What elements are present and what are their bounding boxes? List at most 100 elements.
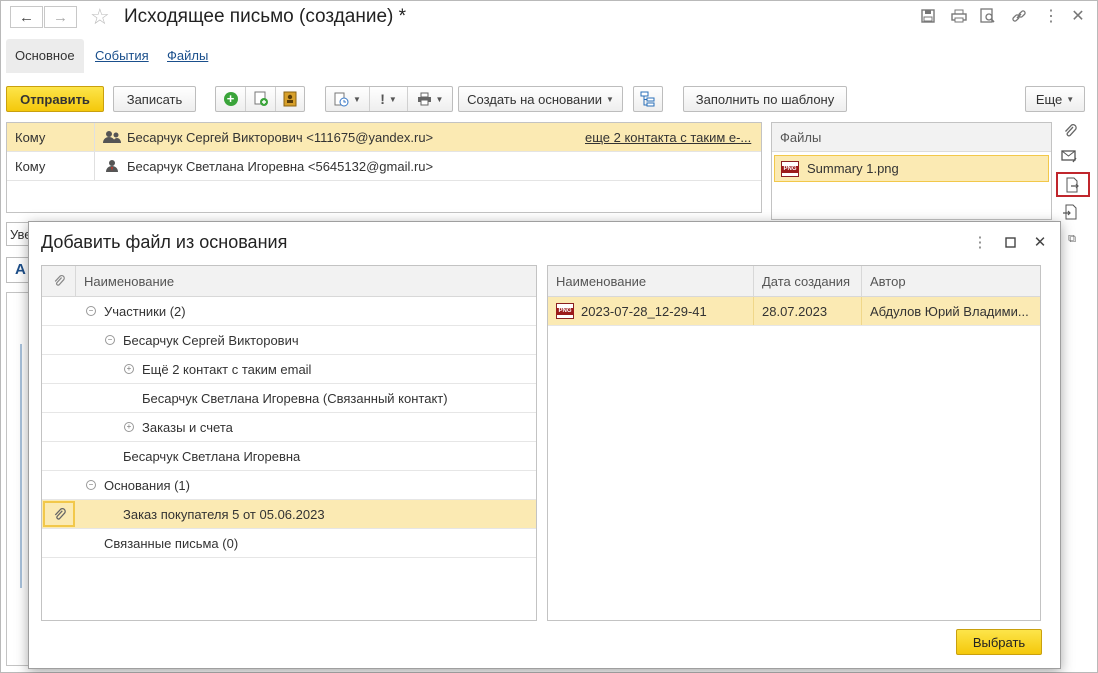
window-title: Исходящее письмо (создание) *: [124, 6, 407, 27]
attach-icon[interactable]: [1059, 120, 1081, 142]
exclamation-icon: !: [380, 91, 385, 107]
recipient-kind[interactable]: Кому: [7, 123, 95, 151]
file-item[interactable]: Summary 1.png: [774, 155, 1049, 182]
chevron-down-icon: ▼: [605, 94, 614, 104]
select-button[interactable]: Выбрать: [956, 629, 1042, 655]
file-author: Абдулов Юрий Владими...: [870, 303, 1029, 319]
tree-label: Основания (1): [104, 477, 190, 493]
more-button[interactable]: Еще ▼: [1025, 86, 1085, 112]
tree-row[interactable]: − Основания (1): [42, 471, 536, 500]
tree-label: Ещё 2 контакт с таким email: [142, 361, 312, 377]
add-from-basis-icon[interactable]: [1056, 172, 1090, 197]
tree-row[interactable]: + Заказы и счета: [42, 413, 536, 442]
file-date: 28.07.2023: [754, 297, 862, 325]
file-cell-name: 2023-07-28_12-29-41: [548, 297, 754, 325]
recipient-row[interactable]: Кому Бесарчук Сергей Викторович <111675@…: [7, 123, 761, 152]
print-menu-button[interactable]: ▼: [408, 87, 452, 111]
address-book-button[interactable]: [276, 87, 304, 111]
tree-row[interactable]: − Бесарчук Сергей Викторович: [42, 326, 536, 355]
attach-column-icon: [42, 266, 76, 296]
files-grid-header: Наименование Дата создания Автор: [548, 266, 1040, 297]
back-arrow-icon: ←: [19, 8, 34, 26]
tree-row[interactable]: Бесарчук Светлана Игоревна: [42, 442, 536, 471]
star-icon[interactable]: ☆: [90, 4, 110, 30]
col-author[interactable]: Автор: [862, 266, 1040, 296]
structure-button[interactable]: [633, 86, 663, 112]
schedule-button[interactable]: ▼: [326, 87, 370, 111]
save-icon[interactable]: [917, 5, 939, 27]
tree-label: Бесарчук Светлана Игоревна: [123, 448, 301, 464]
files-panel: Файлы Summary 1.png: [771, 122, 1052, 220]
recipient-row[interactable]: Кому Бесарчук Светлана Игоревна <5645132…: [7, 152, 761, 181]
tree-row-selected[interactable]: Заказ покупателя 5 от 05.06.2023: [42, 500, 536, 529]
dialog-title: Добавить файл из основания: [41, 232, 288, 252]
collapse-icon[interactable]: −: [105, 335, 115, 345]
tree-label: Связанные письма (0): [104, 535, 239, 551]
tab-events[interactable]: События: [86, 39, 158, 73]
create-based-label: Создать на основании: [467, 91, 602, 107]
tree-label: Участники (2): [104, 303, 186, 319]
recipient-name: Бесарчук Светлана Игоревна <5645132@gmai…: [127, 158, 434, 174]
file-name: Summary 1.png: [807, 161, 899, 176]
plus-circle-icon: +: [223, 92, 238, 106]
expand-icon[interactable]: +: [124, 422, 134, 432]
preview-icon[interactable]: [977, 5, 999, 27]
collapse-icon[interactable]: −: [86, 306, 96, 316]
tree-header: Наименование: [42, 266, 536, 297]
dialog-close-icon[interactable]: ✕: [1029, 231, 1051, 253]
contacts-group-icon: [103, 131, 121, 143]
send-button[interactable]: Отправить: [6, 86, 104, 112]
collapse-icon[interactable]: −: [86, 480, 96, 490]
col-date[interactable]: Дата создания: [754, 266, 862, 296]
importance-button[interactable]: ! ▼: [370, 87, 408, 111]
png-file-icon: [556, 303, 574, 319]
col-name[interactable]: Наименование: [548, 266, 754, 296]
tree-label: Бесарчук Светлана Игоревна (Связанный ко…: [142, 390, 448, 406]
forward-button[interactable]: →: [44, 6, 77, 28]
file-name: 2023-07-28_12-29-41: [581, 303, 707, 319]
more-icon[interactable]: ⋮: [1040, 5, 1062, 27]
tree-row[interactable]: Связанные письма (0): [42, 529, 536, 558]
close-icon[interactable]: ✕: [1067, 5, 1089, 27]
mail-attach-icon[interactable]: [1059, 146, 1081, 168]
sources-tree: Наименование − Участники (2) − Бесарчук …: [41, 265, 537, 621]
link-icon[interactable]: [1008, 5, 1030, 27]
add-file-dialog: Добавить файл из основания ⋮ ✕ Наименова…: [28, 221, 1061, 669]
import-file-icon[interactable]: [1059, 201, 1081, 223]
write-button[interactable]: Записать: [113, 86, 196, 112]
address-book-icon: [283, 91, 297, 107]
maximize-icon[interactable]: [999, 231, 1021, 253]
tree-row[interactable]: − Участники (2): [42, 297, 536, 326]
png-file-icon: [781, 160, 799, 177]
hierarchy-icon: [640, 91, 655, 107]
dialog-more-icon[interactable]: ⋮: [969, 231, 991, 253]
tree-label: Бесарчук Сергей Викторович: [123, 332, 299, 348]
tab-main[interactable]: Основное: [6, 39, 84, 73]
add-copy-button[interactable]: [246, 87, 276, 111]
fill-template-button[interactable]: Заполнить по шаблону: [683, 86, 847, 112]
editor-scroll-fragment: [20, 344, 22, 588]
tree-row[interactable]: Бесарчук Светлана Игоревна (Связанный ко…: [42, 384, 536, 413]
files-header: Файлы: [772, 123, 1051, 152]
back-button[interactable]: ←: [10, 6, 43, 28]
tree-row[interactable]: + Ещё 2 контакт с таким email: [42, 355, 536, 384]
document-clock-icon: [334, 92, 349, 106]
paperclip-icon: [43, 501, 75, 527]
recipient-name: Бесарчук Сергей Викторович <111675@yande…: [127, 129, 434, 145]
recipient-kind[interactable]: Кому: [7, 152, 95, 180]
copy-icon[interactable]: ⧉: [1061, 228, 1083, 250]
print-icon[interactable]: [948, 5, 970, 27]
more-label: Еще: [1035, 91, 1063, 107]
files-grid: Наименование Дата создания Автор 2023-07…: [547, 265, 1041, 621]
file-row[interactable]: 2023-07-28_12-29-41 28.07.2023 Абдулов Ю…: [548, 297, 1040, 326]
forward-arrow-icon: →: [53, 8, 68, 26]
tree-header-name: Наименование: [84, 273, 175, 289]
create-based-button[interactable]: Создать на основании ▼: [458, 86, 623, 112]
tab-files[interactable]: Файлы: [158, 39, 217, 73]
expand-icon[interactable]: +: [124, 364, 134, 374]
more-contacts-link[interactable]: еще 2 контакта с таким е-...: [585, 130, 761, 145]
contact-person-icon: [106, 160, 118, 172]
add-button[interactable]: +: [216, 87, 246, 111]
actions-group: ▼ ! ▼ ▼: [325, 86, 453, 112]
recipients-table: Кому Бесарчук Сергей Викторович <111675@…: [6, 122, 762, 213]
